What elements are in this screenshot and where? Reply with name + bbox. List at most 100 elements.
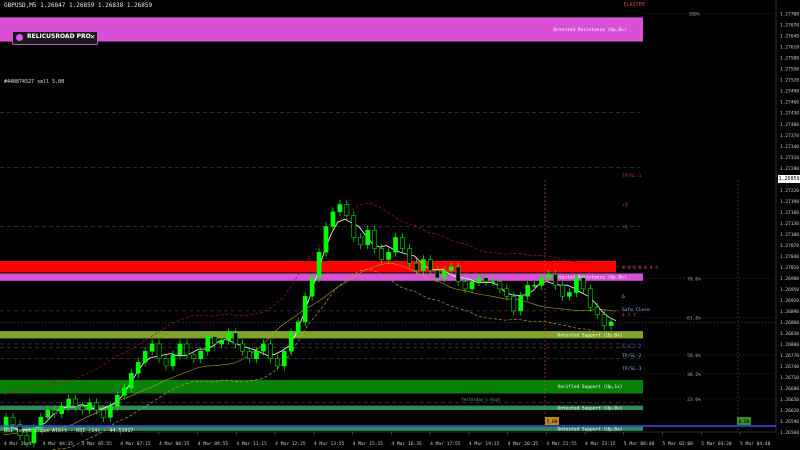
candle-body xyxy=(365,229,371,246)
candle-body xyxy=(539,277,544,286)
candle-body xyxy=(149,343,155,352)
candle-body xyxy=(379,248,384,260)
time-tick-label: 5 Mar 04:40 xyxy=(740,441,771,447)
candle-body xyxy=(135,362,141,374)
price-tick-label: 1.26560 xyxy=(780,430,799,436)
candle-body xyxy=(115,395,120,407)
symbol-header: GBPUSD,M5 1.26847 1.26859 1.26838 1.2685… xyxy=(4,2,153,9)
indicator-label: TP/SL-1 xyxy=(622,173,642,179)
candle-body xyxy=(80,406,85,411)
time-tick-label: 4 Mar 15:15 xyxy=(353,441,384,447)
price-tick-label: 1.26830 xyxy=(780,331,799,337)
price-tick-label: 1.26890 xyxy=(780,309,799,315)
candle-body xyxy=(594,306,600,315)
chart-canvas[interactable]: 1.27700 1.27670 1.27640 1.27610 1.27580 1.275… xyxy=(0,0,800,450)
candle-body xyxy=(121,387,127,396)
price-tick-label: 1.26740 xyxy=(780,364,799,370)
time-tick-label: 4 Mar 19:15 xyxy=(469,441,500,447)
candle-body xyxy=(553,273,558,286)
price-tick-label: 1.27040 xyxy=(780,254,799,260)
time-tick-label: 4 Mar 17:55 xyxy=(430,441,461,447)
candle-body xyxy=(52,409,58,414)
close-icon[interactable]: ✕ xyxy=(90,32,95,41)
time-tick-label: 4 Mar 09:55 xyxy=(198,441,229,447)
price-tick-label: 1.26950 xyxy=(780,287,799,293)
price-tick-label: 1.26980 xyxy=(780,276,799,282)
session-label: Yesterday's High xyxy=(461,397,500,402)
candle-body xyxy=(601,314,607,326)
price-tick-label: 1.26920 xyxy=(780,298,799,304)
price-tick-label: 1.27310 xyxy=(780,155,799,161)
candle-body xyxy=(587,288,593,308)
price-tick-label: 1.27190 xyxy=(780,199,799,205)
candle-body xyxy=(295,321,301,334)
candle-body xyxy=(73,398,78,407)
candle-body xyxy=(170,354,176,367)
price-tick-label: 1.26590 xyxy=(780,419,799,425)
time-tick-label: 4 Mar 12:35 xyxy=(275,441,306,447)
candle-body xyxy=(580,277,586,290)
price-tick-label: 1.26650 xyxy=(780,397,799,403)
price-tick-label: 1.26800 xyxy=(780,342,799,348)
candle-body xyxy=(302,295,308,323)
candle-body xyxy=(309,277,315,297)
candle-body xyxy=(87,402,92,411)
candle-body xyxy=(323,226,329,253)
candle-body xyxy=(455,266,461,282)
upper-band-line xyxy=(3,202,617,396)
candle-body xyxy=(316,251,322,279)
time-tick-label: 4 Mar 13:55 xyxy=(314,441,345,447)
candle-body xyxy=(372,229,378,249)
price-tick-label: 1.27550 xyxy=(780,67,799,73)
zone-verified xyxy=(0,379,643,394)
indicator-label: +2 xyxy=(622,225,628,231)
time-tick-label: 5 Mar 02:00 xyxy=(663,441,694,447)
price-tick-label: 1.27370 xyxy=(780,133,799,139)
time-tick-label: 4 Mar 16:35 xyxy=(391,441,422,447)
candle-body xyxy=(240,343,245,352)
candle-body xyxy=(532,284,537,287)
candle-body xyxy=(490,281,496,283)
price-tick-label: 1.27340 xyxy=(780,144,799,150)
price-tick-label: 1.27610 xyxy=(780,45,799,51)
price-tick-label: 1.27130 xyxy=(780,221,799,227)
open-trade-info: #440874527 sell 5.00 xyxy=(4,79,65,85)
candle-body xyxy=(288,332,294,352)
candle-body xyxy=(518,295,524,312)
candle-body xyxy=(574,277,579,293)
candle-body xyxy=(268,343,273,359)
zone-support xyxy=(0,331,643,339)
price-tick-label: 1.27640 xyxy=(780,34,799,40)
candle-body xyxy=(344,204,350,216)
candle-body xyxy=(59,406,65,414)
candle-body xyxy=(560,284,565,297)
price-tick-label: 1.27100 xyxy=(780,232,799,238)
price-tick-label: 1.26680 xyxy=(780,386,799,392)
time-tick-label: 4 Mar 07:15 xyxy=(120,441,151,447)
candle-body xyxy=(66,398,72,407)
candle-body xyxy=(525,284,531,297)
price-tick-label: 1.27010 xyxy=(780,265,799,271)
candle-body xyxy=(247,351,252,359)
candle-body xyxy=(511,295,517,312)
fib-level-label: 100% xyxy=(688,12,699,18)
indicator-badge[interactable]: RELICUSROAD PRO ✕ xyxy=(12,31,98,45)
price-tick-label: 1.26620 xyxy=(780,408,799,414)
price-tick-label: 1.27490 xyxy=(780,89,799,95)
price-tick-label: 1.27400 xyxy=(780,122,799,128)
price-tick-label: 1.26710 xyxy=(780,375,799,381)
candle-body xyxy=(191,354,197,359)
candle-body xyxy=(351,215,357,238)
candle-body xyxy=(330,211,336,227)
candle-body xyxy=(142,351,148,363)
time-tick-label: 5 Mar 03:20 xyxy=(701,441,732,447)
candle-body xyxy=(198,351,204,359)
badge-label: RELICUSROAD PRO xyxy=(27,33,91,40)
fib-level-label: 38.2% xyxy=(687,372,701,378)
price-tick-label: 1.26860 xyxy=(780,320,799,326)
candle-body xyxy=(337,204,343,213)
price-tick-label: 1.27280 xyxy=(780,166,799,172)
candle-body xyxy=(476,277,482,282)
time-tick-label: 4 Mar 23:15 xyxy=(585,441,616,447)
candle-body xyxy=(254,351,259,359)
